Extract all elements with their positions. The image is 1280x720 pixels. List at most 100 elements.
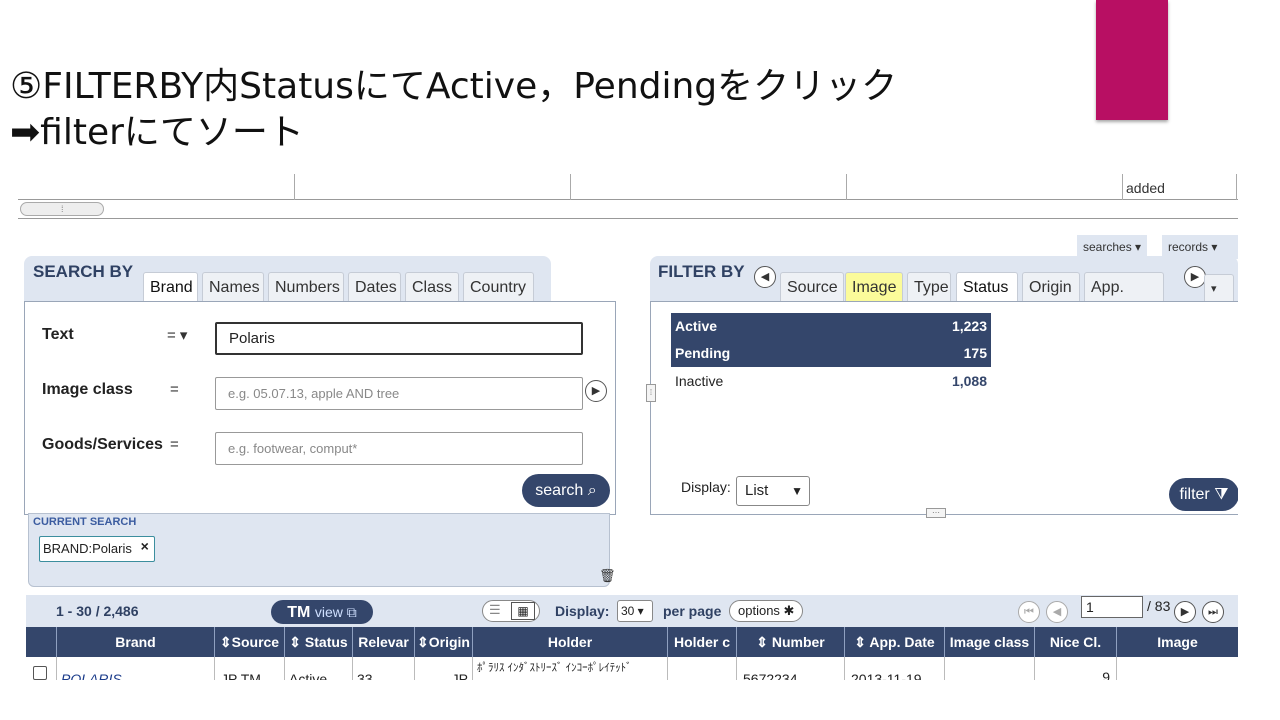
image-class-operator: =	[170, 381, 179, 398]
row-checkbox-cell	[26, 657, 56, 680]
tab-names[interactable]: Names	[202, 272, 264, 302]
per-page-select[interactable]: 30 ▾	[617, 600, 653, 622]
column-divider	[570, 174, 571, 200]
goods-services-input[interactable]: e.g. footwear, comput*	[215, 432, 583, 465]
tab-image[interactable]: Image	[845, 272, 903, 302]
nice-class-cell: 9	[1034, 657, 1116, 680]
holder-cell: ﾎﾟﾗﾘｽ ｲﾝﾀﾞｽﾄﾘｰｽﾞ ｲﾝｺｰﾎﾟﾚｲﾃｯﾄﾞ	[472, 657, 667, 680]
column-header-holder-country[interactable]: Holder c	[667, 627, 736, 657]
current-search-label: CURRENT SEARCH	[33, 516, 137, 528]
tab-numbers[interactable]: Numbers	[268, 272, 344, 302]
search-button[interactable]: search ⌕	[522, 474, 610, 507]
tab-source[interactable]: Source	[780, 272, 844, 302]
status-count: 175	[963, 345, 987, 361]
tabs-next-button[interactable]: ▶	[1184, 266, 1206, 288]
text-operator-dropdown[interactable]: = ▾	[167, 326, 187, 344]
image-class-input[interactable]: e.g. 05.07.13, apple AND tree	[215, 377, 583, 410]
tab-dates[interactable]: Dates	[348, 272, 401, 302]
tab-app-year[interactable]: App. Year	[1084, 272, 1164, 326]
column-header-source[interactable]: ⇕Source	[214, 627, 284, 657]
previous-table-strip: added	[18, 174, 1238, 200]
grid-view-icon[interactable]: ▦	[511, 602, 535, 620]
row-checkbox[interactable]	[33, 666, 47, 680]
tabs-prev-button[interactable]: ◀	[754, 266, 776, 288]
frame-divider	[18, 218, 1238, 219]
column-header-origin[interactable]: ⇕Origin	[414, 627, 472, 657]
horizontal-scrollbar[interactable]: ⁞	[20, 202, 104, 216]
table-row[interactable]: POLARIS JP TM Active 33 JP ﾎﾟﾗﾘｽ ｲﾝﾀﾞｽﾄﾘ…	[26, 657, 1238, 680]
tab-country[interactable]: Country	[463, 272, 534, 302]
column-header-number[interactable]: ⇕ Number	[736, 627, 844, 657]
slide-title-line-1: ⑤FILTERBY内StatusにてActive，Pendingをクリック	[10, 66, 898, 107]
panel-resize-handle[interactable]: ⁞	[646, 384, 656, 402]
filter-by-title: FILTER BY	[658, 262, 745, 281]
relevance-cell: 33	[352, 657, 414, 680]
status-label: Active	[675, 318, 718, 334]
column-header-image[interactable]: Image	[1116, 627, 1238, 657]
display-select[interactable]: List ▼	[736, 476, 810, 506]
status-option-active[interactable]: Active 1,223	[671, 313, 991, 340]
app-date-cell: 2013-11-19	[844, 657, 944, 680]
text-input[interactable]: Polaris	[215, 322, 583, 355]
slide-title: ⑤FILTERBY内StatusにてActive，Pendingをクリック ➡f…	[10, 64, 897, 156]
search-tag[interactable]: BRAND:Polaris ×	[39, 536, 155, 562]
remove-tag-icon[interactable]: ×	[141, 534, 149, 558]
app-screenshot: added ⁞ SEARCH BY Brand Names Numbers Da…	[18, 174, 1238, 680]
filter-button[interactable]: filter ⧩	[1169, 478, 1238, 511]
column-header-brand[interactable]: Brand	[56, 627, 214, 657]
column-header-nice-class[interactable]: Nice Cl.	[1034, 627, 1116, 657]
search-form: Text = ▾ Polaris Image class = e.g. 05.0…	[24, 301, 616, 515]
image-class-label: Image class	[42, 381, 133, 398]
trash-icon[interactable]: 🗑	[599, 568, 616, 584]
status-label: Pending	[675, 345, 731, 361]
column-divider	[1122, 174, 1123, 200]
results-toolbar: 1 - 30 / 2,486 TM view ⧉ ☰ ▦ Display: 30…	[26, 595, 1238, 627]
tab-type[interactable]: Type	[907, 272, 951, 302]
source-cell: JP TM	[214, 657, 284, 680]
status-option-inactive[interactable]: Inactive 1,088	[671, 368, 991, 395]
column-divider	[846, 174, 847, 200]
page-number-input[interactable]: 1	[1081, 596, 1143, 618]
column-header-image-class[interactable]: Image class	[944, 627, 1034, 657]
tabs-more-dropdown[interactable]: ▾	[1204, 274, 1234, 302]
number-cell: 5672234	[736, 657, 844, 680]
tab-origin[interactable]: Origin	[1022, 272, 1080, 302]
text-field-label: Text	[42, 326, 74, 343]
first-page-icon[interactable]: ⏮	[1018, 601, 1040, 623]
added-cell: added	[1126, 180, 1165, 196]
tmview-sub: view ⧉	[314, 604, 357, 620]
tab-brand[interactable]: Brand	[143, 272, 198, 303]
status-option-pending[interactable]: Pending 175	[671, 340, 991, 367]
options-button[interactable]: options ✱	[729, 600, 804, 622]
select-column-header	[26, 627, 56, 657]
image-cell	[1116, 657, 1238, 680]
slide-title-line-2: ➡filterにてソート	[10, 112, 304, 153]
chevron-down-icon: ▼	[791, 484, 803, 498]
goods-services-label: Goods/Services	[42, 436, 163, 453]
last-page-icon[interactable]: ⏭	[1202, 601, 1224, 623]
results-count: 1 - 30 / 2,486	[56, 603, 139, 619]
tab-status[interactable]: Status	[956, 272, 1018, 303]
status-count: 1,088	[951, 373, 987, 389]
tmview-label: TM	[287, 604, 311, 621]
prev-page-icon[interactable]: ◀	[1046, 601, 1068, 623]
status-label: Inactive	[675, 373, 724, 389]
display-select-value: List	[745, 482, 769, 499]
list-view-icon[interactable]: ☰	[489, 602, 501, 618]
page-total: / 83	[1147, 598, 1171, 614]
panel-bottom-resize-handle[interactable]: ⋯	[926, 508, 946, 518]
display-label: Display:	[681, 479, 731, 495]
column-header-status[interactable]: ⇕ Status	[284, 627, 352, 657]
column-header-app-date[interactable]: ⇕ App. Date	[844, 627, 944, 657]
brand-cell[interactable]: POLARIS	[56, 657, 214, 680]
column-header-relevance[interactable]: Relevar	[352, 627, 414, 657]
status-count: 1,223	[951, 318, 987, 334]
next-page-icon[interactable]: ▶	[1174, 601, 1196, 623]
current-search-panel: CURRENT SEARCH BRAND:Polaris × 🗑	[28, 513, 616, 587]
image-class-cell	[944, 657, 1034, 680]
column-header-holder[interactable]: Holder	[472, 627, 667, 657]
image-class-expand-button[interactable]: ▶	[585, 380, 607, 402]
search-by-header: SEARCH BY Brand Names Numbers Dates Clas…	[24, 256, 551, 303]
tab-class[interactable]: Class	[405, 272, 459, 302]
tmview-button[interactable]: TM view ⧉	[271, 600, 373, 624]
